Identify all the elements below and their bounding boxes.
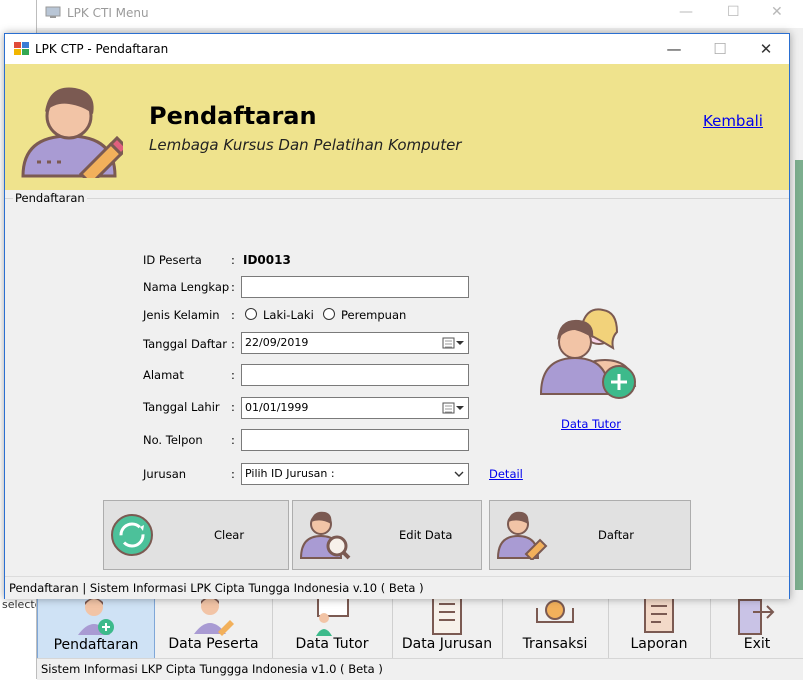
user-add-icon	[78, 598, 114, 635]
background-status-text: Sistem Informasi LKP Cipta Tunggga Indon…	[41, 662, 383, 676]
refresh-icon	[111, 514, 153, 556]
user-edit-icon	[496, 511, 548, 560]
chevron-down-icon	[454, 471, 464, 477]
edit-data-button[interactable]: Edit Data	[292, 500, 482, 570]
maximize-button[interactable]: ☐	[727, 4, 740, 20]
maximize-button[interactable]: ☐	[697, 36, 743, 62]
major-select-value: Pilih ID Jurusan :	[245, 467, 335, 480]
register-date-value: 22/09/2019	[245, 336, 309, 349]
major-label: Jurusan	[143, 467, 187, 481]
gender-label: Jenis Kelamin	[143, 308, 220, 322]
colon: :	[231, 433, 235, 447]
add-tutor-icon[interactable]	[533, 302, 643, 402]
toolbar-data-jurusan[interactable]: Data Jurusan	[392, 590, 503, 660]
birth-date-label: Tanggal Lahir	[143, 400, 220, 414]
id-label: ID Peserta	[143, 253, 202, 267]
toolbar-pendaftaran[interactable]: Pendaftaran	[37, 590, 155, 660]
toolbar-label: Pendaftaran	[53, 637, 139, 653]
toolbar-data-tutor[interactable]: Data Tutor	[272, 590, 393, 660]
window-titlebar[interactable]: LPK CTP - Pendaftaran — ☐ ✕	[5, 34, 789, 64]
edit-data-button-label: Edit Data	[399, 528, 453, 542]
toolbar-label: Transaksi	[522, 636, 588, 652]
group-border	[5, 198, 789, 199]
gender-female-label[interactable]: Perempuan	[341, 308, 406, 322]
page-subtitle: Lembaga Kursus Dan Pelatihan Komputer	[149, 136, 462, 154]
gender-male-label[interactable]: Laki-Laki	[263, 308, 314, 322]
status-text: Pendaftaran | Sistem Informasi LPK Cipta…	[9, 581, 424, 595]
colon: :	[231, 253, 235, 267]
close-button[interactable]: ✕	[743, 36, 789, 62]
user-edit-icon	[21, 87, 123, 178]
name-input[interactable]	[241, 276, 469, 298]
colon: :	[231, 368, 235, 382]
data-tutor-link[interactable]: Data Tutor	[561, 417, 621, 431]
page-title: Pendaftaran	[149, 102, 317, 130]
background-window-title: LPK CTI Menu	[67, 6, 149, 20]
colon: :	[231, 308, 235, 322]
calendar-dropdown-icon[interactable]	[442, 401, 464, 415]
daftar-button-label: Daftar	[598, 528, 635, 542]
close-button[interactable]: ✕	[771, 4, 783, 20]
toolbar-label: Data Peserta	[168, 636, 259, 652]
status-bar: Pendaftaran | Sistem Informasi LPK Cipta…	[5, 576, 789, 599]
clear-button[interactable]: Clear	[103, 500, 289, 570]
colon: :	[231, 280, 235, 294]
background-titlebar[interactable]: LPK CTI Menu — ☐ ✕	[37, 0, 803, 28]
toolbar-laporan[interactable]: Laporan	[608, 590, 711, 660]
address-input[interactable]	[241, 364, 469, 386]
colon: :	[231, 337, 235, 351]
header-banner: Pendaftaran Lembaga Kursus Dan Pelatihan…	[5, 64, 789, 190]
toolbar-data-peserta[interactable]: Data Peserta	[155, 590, 273, 660]
pendaftaran-window: LPK CTP - Pendaftaran — ☐ ✕ Pendaftaran …	[4, 33, 790, 599]
register-date-picker[interactable]: 22/09/2019	[241, 332, 469, 354]
calendar-dropdown-icon[interactable]	[442, 336, 464, 350]
toolbar-label: Laporan	[630, 636, 688, 652]
app-icon	[14, 42, 29, 55]
computer-icon	[45, 6, 61, 18]
phone-input[interactable]	[241, 429, 469, 451]
colon: :	[231, 400, 235, 414]
toolbar-label: Data Jurusan	[401, 636, 493, 652]
birth-date-value: 01/01/1999	[245, 401, 309, 414]
phone-label: No. Telpon	[143, 433, 203, 447]
detail-link[interactable]: Detail	[489, 467, 523, 481]
colon: :	[231, 467, 235, 481]
gender-female-radio[interactable]	[323, 308, 335, 320]
background-status-bar: Sistem Informasi LKP Cipta Tunggga Indon…	[37, 658, 803, 680]
name-label: Nama Lengkap	[143, 280, 230, 294]
minimize-button[interactable]: —	[651, 36, 697, 62]
birth-date-picker[interactable]: 01/01/1999	[241, 397, 469, 419]
address-label: Alamat	[143, 368, 184, 382]
user-search-icon	[299, 511, 351, 560]
toolbar-transaksi[interactable]: Transaksi	[502, 590, 609, 660]
minimize-button[interactable]: —	[679, 4, 693, 20]
major-select[interactable]: Pilih ID Jurusan :	[241, 463, 469, 485]
id-value: ID0013	[243, 253, 291, 267]
toolbar-exit[interactable]: Exit	[710, 590, 803, 660]
window-title: LPK CTP - Pendaftaran	[35, 42, 169, 56]
group-label: Pendaftaran	[13, 191, 87, 205]
toolbar-label: Data Tutor	[295, 636, 369, 652]
clear-button-label: Clear	[214, 528, 245, 542]
register-date-label: Tanggal Daftar	[143, 337, 227, 351]
toolbar-label: Exit	[743, 636, 771, 652]
gender-male-radio[interactable]	[245, 308, 257, 320]
desktop-edge	[795, 160, 803, 590]
daftar-button[interactable]: Daftar	[489, 500, 691, 570]
back-link[interactable]: Kembali	[703, 112, 763, 130]
main-toolbar: Pendaftaran Data Peserta Data Tutor Data…	[37, 590, 803, 660]
